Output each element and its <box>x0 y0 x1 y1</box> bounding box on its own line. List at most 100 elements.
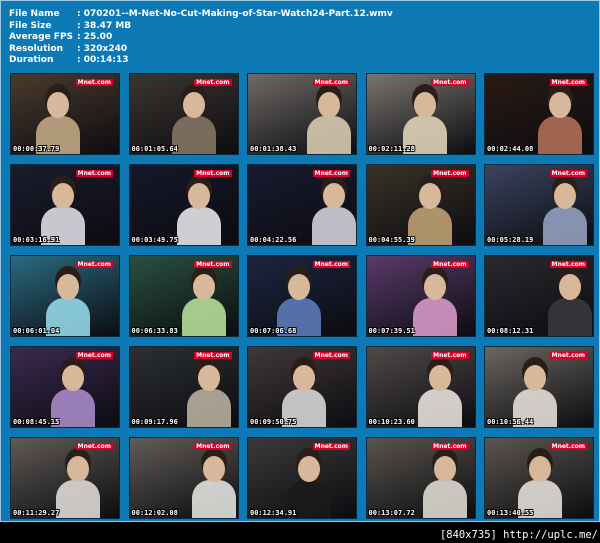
thumbnail-grid: Mnet.com 00:00:37.79 Mnet.com 00:01:05.64 Mn… <box>10 73 594 519</box>
thumbnail-timestamp: 00:08:12.31 <box>487 327 534 335</box>
info-label: File Size <box>9 20 52 31</box>
person-head <box>524 365 546 391</box>
thumbnail-timestamp: 00:03:49.75 <box>131 236 178 244</box>
video-thumbnail[interactable]: Mnet.com 00:02:11.28 <box>365 73 476 155</box>
person-head <box>418 183 441 209</box>
info-value: : 070201--M-Net-No-Cut-Making-of-Star-Wa… <box>77 9 393 19</box>
thumbnail-frame <box>11 256 119 336</box>
thumbnail-timestamp: 00:01:38.43 <box>250 145 297 153</box>
thumbnail-frame <box>366 256 475 336</box>
channel-logo: Mnet.com <box>312 443 350 450</box>
person-head <box>428 365 451 391</box>
thumbnail-timestamp: 00:08:45.15 <box>13 418 60 426</box>
thumbnail-timestamp: 00:11:29.27 <box>13 509 60 517</box>
info-label: Average FPS <box>9 32 74 42</box>
video-thumbnail[interactable]: Mnet.com 00:07:39.51 <box>365 255 476 337</box>
person-head <box>318 92 340 118</box>
thumbnail-frame <box>248 347 356 427</box>
channel-logo: Mnet.com <box>549 443 587 450</box>
channel-logo: Mnet.com <box>312 170 350 177</box>
video-thumbnail[interactable]: Mnet.com 00:04:22.56 <box>247 164 357 246</box>
channel-logo: Mnet.com <box>75 261 113 268</box>
video-thumbnail[interactable]: Mnet.com 00:01:05.64 <box>128 73 239 155</box>
channel-logo: Mnet.com <box>549 261 587 268</box>
video-thumbnail[interactable]: Mnet.com 00:09:17.96 <box>128 346 239 428</box>
channel-logo: Mnet.com <box>75 170 113 177</box>
thumbnail-frame <box>248 256 356 336</box>
person-figure <box>191 480 236 518</box>
thumbnail-timestamp: 00:10:23.60 <box>368 418 415 426</box>
thumbnail-frame <box>129 347 238 427</box>
person-head <box>192 274 215 300</box>
person-head <box>182 92 205 118</box>
channel-logo: Mnet.com <box>549 352 587 359</box>
channel-logo: Mnet.com <box>431 443 469 450</box>
video-thumbnail[interactable]: Mnet.com 00:08:12.31 <box>484 255 594 337</box>
thumbnail-frame <box>11 165 119 245</box>
video-thumbnail[interactable]: Mnet.com 00:02:44.08 <box>484 73 594 155</box>
video-thumbnail[interactable]: Mnet.com 00:03:16.91 <box>10 164 120 246</box>
video-thumbnail[interactable]: Mnet.com 00:01:38.43 <box>247 73 357 155</box>
person-figure <box>543 207 587 245</box>
info-value: : 00:14:13 <box>77 55 129 65</box>
person-figure <box>538 116 582 154</box>
channel-logo: Mnet.com <box>549 79 587 86</box>
video-thumbnail[interactable]: Mnet.com 00:10:56.44 <box>484 346 594 428</box>
info-row-resolution: Resolution : 320x240 <box>9 44 393 56</box>
video-thumbnail[interactable]: Mnet.com 00:12:02.08 <box>128 437 239 519</box>
channel-logo: Mnet.com <box>75 79 113 86</box>
person-figure <box>181 298 226 336</box>
thumbnail-timestamp: 00:10:56.44 <box>487 418 534 426</box>
person-head <box>554 183 576 209</box>
thumbnail-frame <box>129 74 238 154</box>
channel-logo: Mnet.com <box>75 443 113 450</box>
video-thumbnail[interactable]: Mnet.com 00:13:40.55 <box>484 437 594 519</box>
video-thumbnail[interactable]: Mnet.com 00:07:06.68 <box>247 255 357 337</box>
thumbnail-frame <box>485 438 593 518</box>
thumbnail-frame <box>248 165 356 245</box>
thumbnail-frame <box>485 74 593 154</box>
video-thumbnail[interactable]: Mnet.com 00:08:45.15 <box>10 346 120 428</box>
video-thumbnail[interactable]: Mnet.com 00:13:07.72 <box>365 437 476 519</box>
person-figure <box>412 298 457 336</box>
person-figure <box>176 207 221 245</box>
info-label: Resolution <box>9 43 64 54</box>
thumbnail-frame <box>11 438 119 518</box>
video-thumbnail[interactable]: Mnet.com 00:00:37.79 <box>10 73 120 155</box>
person-head <box>293 365 315 391</box>
thumbnail-frame <box>129 438 238 518</box>
person-figure <box>417 389 462 427</box>
person-head <box>67 456 89 482</box>
channel-logo: Mnet.com <box>431 170 469 177</box>
thumbnail-frame <box>11 74 119 154</box>
video-thumbnail[interactable]: Mnet.com 00:09:50.75 <box>247 346 357 428</box>
person-figure <box>307 116 351 154</box>
video-thumbnail[interactable]: Mnet.com 00:06:01.04 <box>10 255 120 337</box>
thumbnail-frame <box>366 165 475 245</box>
person-figure <box>312 207 356 245</box>
channel-logo: Mnet.com <box>75 352 113 359</box>
person-figure <box>548 298 592 336</box>
video-thumbnail[interactable]: Mnet.com 00:11:29.27 <box>10 437 120 519</box>
info-row-file-size: File Size : 38.47 MB <box>9 21 393 33</box>
video-thumbnail[interactable]: Mnet.com 00:05:28.19 <box>484 164 594 246</box>
video-thumbnail[interactable]: Mnet.com 00:04:55.39 <box>365 164 476 246</box>
video-thumbnail[interactable]: Mnet.com 00:10:23.60 <box>365 346 476 428</box>
info-row-average-fps: Average FPS : 25.00 <box>9 32 393 44</box>
thumbnail-timestamp: 00:04:22.56 <box>250 236 297 244</box>
thumbnail-timestamp: 00:06:01.04 <box>13 327 60 335</box>
thumbnail-timestamp: 00:12:34.91 <box>250 509 297 517</box>
video-thumbnail[interactable]: Mnet.com 00:12:34.91 <box>247 437 357 519</box>
file-info: File Name : 070201--M-Net-No-Cut-Making-… <box>9 9 393 67</box>
video-thumbnail[interactable]: Mnet.com 00:03:49.75 <box>128 164 239 246</box>
channel-logo: Mnet.com <box>431 352 469 359</box>
person-head <box>559 274 581 300</box>
channel-logo: Mnet.com <box>312 79 350 86</box>
thumbnail-timestamp: 00:09:17.96 <box>131 418 178 426</box>
thumbnail-frame <box>366 347 475 427</box>
video-thumbnail[interactable]: Mnet.com 00:06:33.83 <box>128 255 239 337</box>
info-value: : 38.47 MB <box>77 20 132 31</box>
person-figure <box>186 389 231 427</box>
thumbnail-timestamp: 00:09:50.75 <box>250 418 297 426</box>
person-head <box>413 92 436 118</box>
